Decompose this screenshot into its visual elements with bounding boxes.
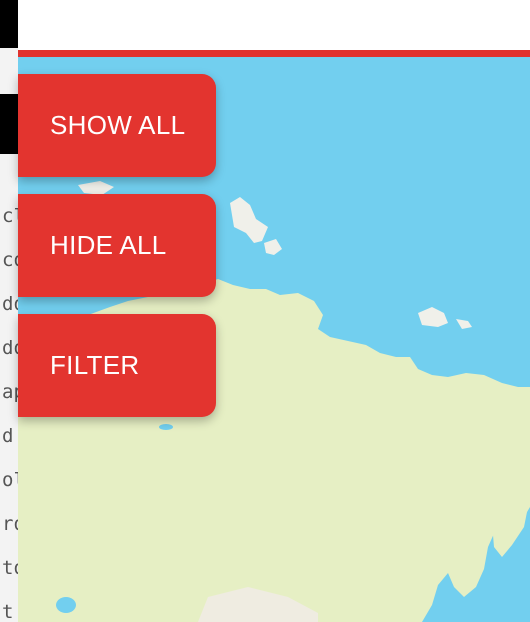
filter-label: FILTER [50,350,140,380]
gutter-dark-block [0,0,18,48]
code-line: cl [2,205,18,227]
code-line: ol [2,469,18,491]
code-line: do [2,293,18,315]
hide-all-label: HIDE ALL [50,230,167,260]
app-header [18,0,530,50]
code-line: co [2,249,18,271]
code-editor-gutter: cl co do do ap d: ol ro to t: [0,0,18,622]
code-line: to [2,557,18,579]
filter-button[interactable]: FILTER [18,314,216,417]
code-line: d: [2,425,18,447]
gutter-dark-block [0,94,18,154]
header-accent-bar [18,50,530,57]
hide-all-button[interactable]: HIDE ALL [18,194,216,297]
show-all-button[interactable]: SHOW ALL [18,74,216,177]
lake [159,424,173,430]
show-all-label: SHOW ALL [50,110,186,140]
code-line: t: [2,601,18,622]
lake [56,597,76,613]
code-line: ap [2,381,18,403]
code-line: do [2,337,18,359]
code-line: ro [2,513,18,535]
